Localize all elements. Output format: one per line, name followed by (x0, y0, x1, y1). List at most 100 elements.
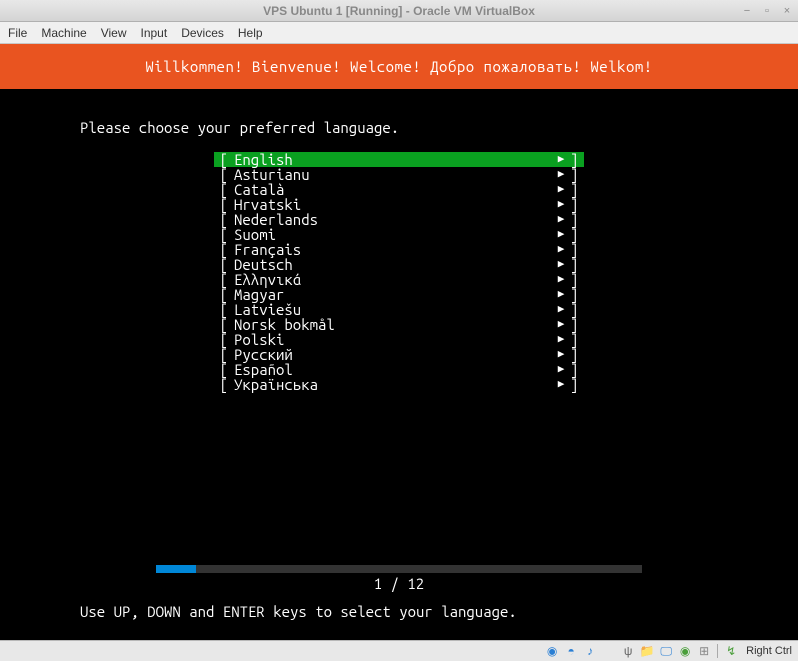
minimize-icon[interactable]: − (740, 4, 754, 18)
bracket-right: ] (568, 242, 584, 257)
bracket-left: [ (214, 152, 230, 167)
submenu-arrow-icon: ▶ (554, 167, 568, 182)
language-option[interactable]: [Suomi▶] (214, 227, 584, 242)
submenu-arrow-icon: ▶ (554, 257, 568, 272)
bracket-right: ] (568, 362, 584, 377)
menu-view[interactable]: View (101, 26, 127, 40)
bracket-right: ] (568, 302, 584, 317)
language-option[interactable]: [Norsk bokmål▶] (214, 317, 584, 332)
guest-additions-icon[interactable]: ⊞ (696, 643, 712, 659)
submenu-arrow-icon: ▶ (554, 197, 568, 212)
bracket-right: ] (568, 332, 584, 347)
vm-console[interactable]: Willkommen! Bienvenue! Welcome! Добро по… (0, 44, 798, 640)
language-option[interactable]: [English▶] (214, 152, 584, 167)
bracket-left: [ (214, 182, 230, 197)
network-icon[interactable]: �⴬ (601, 643, 617, 659)
bracket-left: [ (214, 317, 230, 332)
recording-icon[interactable]: ◉ (677, 643, 693, 659)
language-name: Ελληνικά (230, 272, 554, 287)
language-name: Asturianu (230, 167, 554, 182)
submenu-arrow-icon: ▶ (554, 302, 568, 317)
submenu-arrow-icon: ▶ (554, 362, 568, 377)
language-name: Norsk bokmål (230, 317, 554, 332)
harddisk-icon[interactable]: ◉ (544, 643, 560, 659)
submenu-arrow-icon: ▶ (554, 152, 568, 167)
language-name: Русский (230, 347, 554, 362)
host-key-label: Right Ctrl (746, 645, 792, 657)
bracket-right: ] (568, 182, 584, 197)
language-option[interactable]: [Nederlands▶] (214, 212, 584, 227)
language-name: Suomi (230, 227, 554, 242)
language-option[interactable]: [Русский▶] (214, 347, 584, 362)
language-name: Hrvatski (230, 197, 554, 212)
menu-machine[interactable]: Machine (41, 26, 86, 40)
bracket-right: ] (568, 347, 584, 362)
progress-fill (156, 565, 196, 573)
language-option[interactable]: [Deutsch▶] (214, 257, 584, 272)
language-name: Català (230, 182, 554, 197)
bracket-left: [ (214, 377, 230, 392)
language-option[interactable]: [Español▶] (214, 362, 584, 377)
navigation-hint: Use UP, DOWN and ENTER keys to select yo… (80, 603, 517, 620)
submenu-arrow-icon: ▶ (554, 242, 568, 257)
language-option[interactable]: [Polski▶] (214, 332, 584, 347)
language-option[interactable]: [Asturianu▶] (214, 167, 584, 182)
audio-icon[interactable]: ♪ (582, 643, 598, 659)
language-name: Français (230, 242, 554, 257)
usb-icon[interactable]: ψ (620, 643, 636, 659)
display-icon[interactable]: 🖵 (658, 643, 674, 659)
bracket-right: ] (568, 272, 584, 287)
submenu-arrow-icon: ▶ (554, 377, 568, 392)
bracket-left: [ (214, 227, 230, 242)
window-titlebar: VPS Ubuntu 1 [Running] - Oracle VM Virtu… (0, 0, 798, 22)
language-option[interactable]: [Українська▶] (214, 377, 584, 392)
bracket-left: [ (214, 272, 230, 287)
bracket-left: [ (214, 347, 230, 362)
menu-devices[interactable]: Devices (181, 26, 224, 40)
bracket-right: ] (568, 197, 584, 212)
language-name: English (230, 152, 554, 167)
statusbar: ◉ ◓ ♪ �⴬ ψ 📁 🖵 ◉ ⊞ ↯ Right Ctrl (0, 640, 798, 661)
language-option[interactable]: [Hrvatski▶] (214, 197, 584, 212)
language-list: [English▶][Asturianu▶][Català▶][Hrvatski… (0, 152, 798, 392)
bracket-left: [ (214, 287, 230, 302)
submenu-arrow-icon: ▶ (554, 227, 568, 242)
bracket-left: [ (214, 362, 230, 377)
language-option[interactable]: [Ελληνικά▶] (214, 272, 584, 287)
menu-file[interactable]: File (8, 26, 27, 40)
bracket-left: [ (214, 212, 230, 227)
shared-folder-icon[interactable]: 📁 (639, 643, 655, 659)
progress-area: 1 / 12 (0, 565, 798, 592)
bracket-right: ] (568, 212, 584, 227)
menu-input[interactable]: Input (141, 26, 168, 40)
language-name: Latviešu (230, 302, 554, 317)
language-name: Magyar (230, 287, 554, 302)
submenu-arrow-icon: ▶ (554, 287, 568, 302)
submenu-arrow-icon: ▶ (554, 182, 568, 197)
submenu-arrow-icon: ▶ (554, 317, 568, 332)
close-icon[interactable]: × (780, 4, 794, 18)
optical-icon[interactable]: ◓ (563, 643, 579, 659)
maximize-icon[interactable]: ▫ (760, 4, 774, 18)
bracket-right: ] (568, 152, 584, 167)
language-option[interactable]: [Latviešu▶] (214, 302, 584, 317)
bracket-left: [ (214, 332, 230, 347)
bracket-right: ] (568, 287, 584, 302)
window-title: VPS Ubuntu 1 [Running] - Oracle VM Virtu… (263, 4, 535, 18)
bracket-left: [ (214, 257, 230, 272)
language-option[interactable]: [Magyar▶] (214, 287, 584, 302)
bracket-left: [ (214, 242, 230, 257)
mouse-integration-icon[interactable]: ↯ (723, 643, 739, 659)
bracket-left: [ (214, 302, 230, 317)
window-controls: − ▫ × (740, 4, 794, 18)
language-option[interactable]: [Français▶] (214, 242, 584, 257)
bracket-right: ] (568, 227, 584, 242)
menu-help[interactable]: Help (238, 26, 263, 40)
language-prompt: Please choose your preferred language. (0, 89, 798, 140)
bracket-right: ] (568, 317, 584, 332)
bracket-right: ] (568, 257, 584, 272)
progress-bar (156, 565, 642, 573)
language-name: Polski (230, 332, 554, 347)
language-option[interactable]: [Català▶] (214, 182, 584, 197)
submenu-arrow-icon: ▶ (554, 332, 568, 347)
